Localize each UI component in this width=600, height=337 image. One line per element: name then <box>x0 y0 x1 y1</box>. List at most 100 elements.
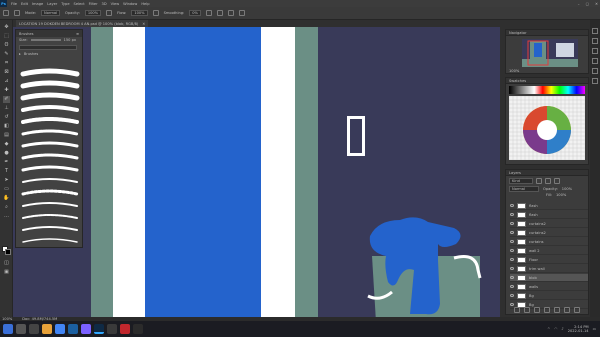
mode-select[interactable]: Normal <box>41 10 61 16</box>
gradient-tool-icon[interactable]: ▤ <box>3 132 10 139</box>
rectangle-tool-icon[interactable]: ▭ <box>3 186 10 193</box>
menu-help[interactable]: Help <box>141 2 149 6</box>
smoothing-settings-icon[interactable] <box>205 10 212 16</box>
crop-tool-icon[interactable]: ⌗ <box>3 60 10 67</box>
visibility-eye-icon[interactable] <box>510 303 514 306</box>
layer-row[interactable]: wall 2 <box>510 247 588 255</box>
menu-edit[interactable]: Edit <box>21 2 28 6</box>
swatch-strip[interactable] <box>509 86 585 94</box>
chrome-icon[interactable] <box>55 324 65 334</box>
lasso-tool-icon[interactable]: ʘ <box>3 42 10 49</box>
menu-filter[interactable]: Filter <box>89 2 98 6</box>
layer-blend-mode[interactable]: Normal <box>509 186 539 192</box>
app-icon[interactable] <box>107 324 117 334</box>
visibility-eye-icon[interactable] <box>510 294 514 297</box>
delete-layer-icon[interactable] <box>574 307 580 313</box>
visibility-eye-icon[interactable] <box>510 240 514 243</box>
eyedropper-tool-icon[interactable]: ⊿ <box>3 78 10 85</box>
airbrush-icon[interactable] <box>152 10 159 16</box>
navigator-zoom[interactable]: 100% <box>509 69 519 73</box>
file-explorer-icon[interactable] <box>42 324 52 334</box>
type-tool-icon[interactable]: T <box>3 168 10 175</box>
close-icon[interactable]: ✕ <box>595 2 598 6</box>
angle-icon[interactable] <box>216 10 223 16</box>
discord-icon[interactable] <box>81 324 91 334</box>
visibility-eye-icon[interactable] <box>510 258 514 261</box>
task-view-icon[interactable] <box>29 324 39 334</box>
blur-tool-icon[interactable]: ◆ <box>3 141 10 148</box>
dodge-tool-icon[interactable]: ● <box>3 150 10 157</box>
filter-pixel-icon[interactable] <box>536 178 542 184</box>
channels-panel-icon[interactable] <box>592 78 598 84</box>
visibility-eye-icon[interactable] <box>510 213 514 216</box>
quick-select-tool-icon[interactable]: ✎ <box>3 51 10 58</box>
visibility-eye-icon[interactable] <box>510 276 514 279</box>
path-selection-tool-icon[interactable]: ➤ <box>3 177 10 184</box>
color-swatches[interactable] <box>2 246 11 255</box>
opacity-field[interactable]: 100% <box>84 10 102 16</box>
background-color[interactable] <box>5 249 11 255</box>
pen-tool-icon[interactable]: ✒ <box>3 159 10 166</box>
filter-adjust-icon[interactable] <box>545 178 551 184</box>
quick-mask-icon[interactable]: ◫ <box>3 260 10 267</box>
libraries-panel-icon[interactable] <box>592 58 598 64</box>
adjustments-panel-icon[interactable] <box>592 48 598 54</box>
app-icon[interactable] <box>133 324 143 334</box>
healing-brush-tool-icon[interactable]: ✚ <box>3 87 10 94</box>
maximize-icon[interactable]: ▢ <box>586 2 589 6</box>
eraser-tool-icon[interactable]: ◧ <box>3 123 10 130</box>
brush-group-row[interactable]: ▸ Brushes <box>16 51 82 57</box>
brush-preset-icon[interactable] <box>14 10 20 16</box>
menu-image[interactable]: Image <box>32 2 43 6</box>
media-app-icon[interactable] <box>120 324 130 334</box>
minimize-icon[interactable]: – <box>578 2 580 6</box>
layer-row[interactable]: curtains2 <box>510 220 588 228</box>
layer-row[interactable]: Bg <box>510 292 588 300</box>
history-panel-icon[interactable] <box>592 28 598 34</box>
history-brush-tool-icon[interactable]: ↺ <box>3 114 10 121</box>
move-tool-icon[interactable]: ✥ <box>3 24 10 31</box>
paths-panel-icon[interactable] <box>592 68 598 74</box>
layer-fill-value[interactable]: 100% <box>556 193 566 197</box>
visibility-eye-icon[interactable] <box>510 222 514 225</box>
layer-row[interactable]: curtains <box>510 238 588 246</box>
network-icon[interactable]: ◠ <box>554 327 557 331</box>
menu-file[interactable]: File <box>11 2 17 6</box>
tab-close-icon[interactable]: ✕ <box>142 22 145 26</box>
document-tab[interactable]: LOCATION 19 DOKDEN BEDROOM 4 AN.psd @ 10… <box>16 20 149 27</box>
layer-opacity-value[interactable]: 100% <box>562 187 572 191</box>
visibility-eye-icon[interactable] <box>510 231 514 234</box>
clone-stamp-tool-icon[interactable]: ⊥ <box>3 105 10 112</box>
new-group-icon[interactable] <box>554 307 560 313</box>
layer-row-selected[interactable]: blob <box>510 274 588 282</box>
brush-size-slider[interactable] <box>30 39 61 41</box>
home-icon[interactable] <box>3 10 9 16</box>
more-tools-icon[interactable]: … <box>3 213 10 220</box>
visibility-eye-icon[interactable] <box>510 285 514 288</box>
search-icon[interactable] <box>16 324 26 334</box>
photoshop-logo-icon[interactable]: Ps <box>0 0 7 7</box>
screen-mode-icon[interactable]: ▣ <box>3 269 10 276</box>
visibility-eye-icon[interactable] <box>510 204 514 207</box>
layer-row[interactable]: curtains2 <box>510 229 588 237</box>
color-wheel-swatches[interactable] <box>509 96 585 160</box>
layer-kind-filter[interactable]: Kind <box>509 178 533 184</box>
zoom-tool-icon[interactable]: ⌕ <box>3 204 10 211</box>
menu-select[interactable]: Select <box>74 2 85 6</box>
link-layers-icon[interactable] <box>514 307 520 313</box>
layer-mask-icon[interactable] <box>534 307 540 313</box>
document-canvas[interactable] <box>13 27 500 317</box>
menu-window[interactable]: Window <box>123 2 137 6</box>
steam-icon[interactable] <box>68 324 78 334</box>
volume-icon[interactable]: ♪ <box>561 327 563 331</box>
layer-row[interactable]: flash <box>510 211 588 219</box>
panel-menu-icon[interactable]: ≡ <box>76 32 79 36</box>
menu-view[interactable]: View <box>111 2 120 6</box>
menu-type[interactable]: Type <box>61 2 69 6</box>
properties-panel-icon[interactable] <box>592 38 598 44</box>
menu-3d[interactable]: 3D <box>102 2 107 6</box>
menu-layer[interactable]: Layer <box>47 2 57 6</box>
brush-search-input[interactable] <box>19 45 77 50</box>
brush-preview-list[interactable] <box>19 66 81 246</box>
hand-tool-icon[interactable]: ✋ <box>3 195 10 202</box>
